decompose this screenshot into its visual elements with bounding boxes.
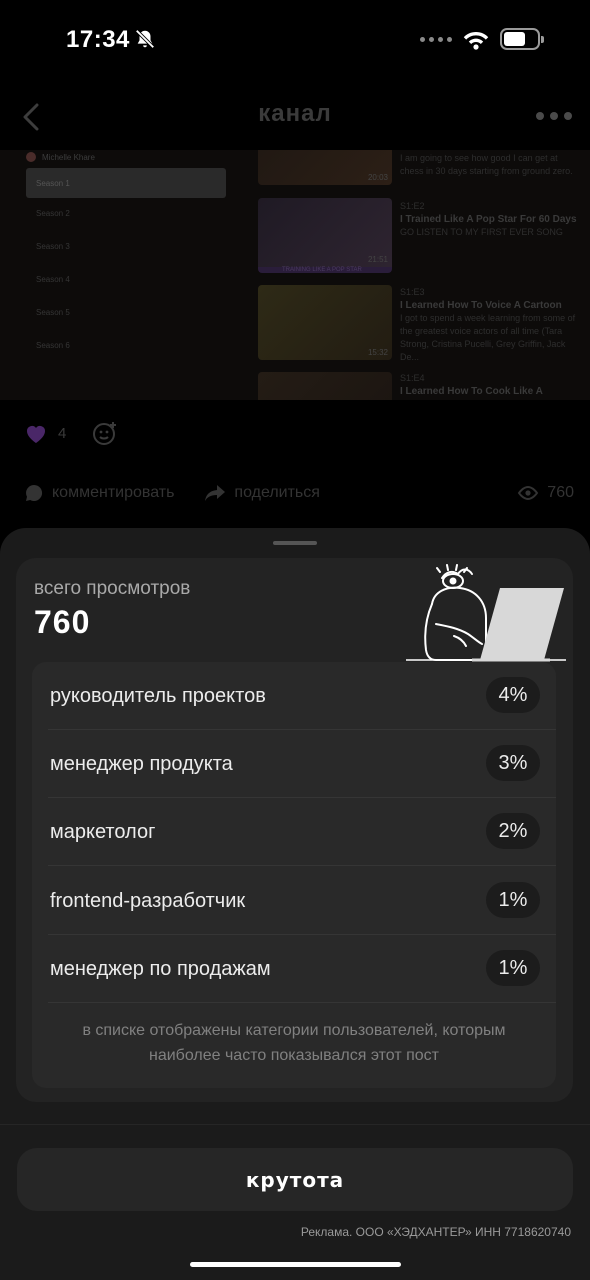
video-thumbnail: TRAINING LIKE A POP STAR 21:51: [258, 198, 392, 273]
video-info: S1:E3 I Learned How To Voice A Cartoon I…: [400, 286, 580, 364]
home-indicator: [190, 1262, 401, 1267]
video-desc: I got to spend a week learning from some…: [400, 313, 576, 362]
audience-label: frontend-разработчик: [50, 889, 246, 912]
audience-label: руководитель проектов: [50, 684, 266, 707]
share-icon: [205, 485, 226, 501]
total-views-label: всего просмотров: [34, 578, 191, 599]
season-item: Season 6: [36, 341, 70, 350]
video-desc: I am going to see how good I can get at …: [400, 153, 573, 176]
season-item: Season 5: [36, 308, 70, 317]
audience-row: маркетолог 2%: [32, 798, 556, 866]
ad-disclaimer: Реклама. ООО «ХЭДХАНТЕР» ИНН 7718620740: [300, 1225, 571, 1239]
post-image: Michelle Khare Season 1 Season 2 Season …: [0, 150, 590, 400]
divider: [0, 1124, 590, 1125]
share-label: поделиться: [234, 484, 320, 501]
views-stats-sheet: всего просмотров 760 руководитель проект…: [0, 528, 590, 1280]
author-row: Michelle Khare: [26, 152, 226, 162]
video-thumbnail: [258, 372, 392, 400]
cellular-signal-icon: [420, 36, 452, 42]
video-info: I am going to see how good I can get at …: [400, 152, 580, 178]
audience-label: менеджер продукта: [50, 752, 233, 775]
video-title: I Trained Like A Pop Star For 60 Days: [400, 214, 577, 225]
audience-row: менеджер продукта 3%: [32, 730, 556, 798]
status-bar: 17:34: [0, 0, 590, 80]
video-thumbnail: 20:03: [258, 150, 392, 185]
video-info: S1:E4 I Learned How To Cook Like A: [400, 372, 580, 398]
author-name: Michelle Khare: [42, 152, 95, 162]
cool-button[interactable]: крутота: [17, 1148, 573, 1211]
audience-row: frontend-разработчик 1%: [32, 867, 556, 935]
views-count: 760: [547, 484, 574, 501]
battery-icon: [500, 28, 544, 50]
audience-percent-badge: 1%: [486, 950, 540, 986]
season-item: Season 1: [26, 168, 226, 198]
video-meta: S1:E4: [400, 373, 425, 383]
video-meta: S1:E3: [400, 287, 425, 297]
audience-percent-badge: 3%: [486, 745, 540, 781]
video-title: I Learned How To Voice A Cartoon: [400, 300, 562, 311]
comment-icon: [26, 484, 43, 501]
eye-icon: [518, 485, 539, 501]
audience-percent-badge: 1%: [486, 882, 540, 918]
season-item: Season 2: [36, 209, 70, 218]
bell-off-icon: [135, 29, 155, 49]
post-actions: комментировать поделиться 760: [24, 478, 574, 508]
video-desc: GO LISTEN TO MY FIRST EVER SONG: [400, 227, 563, 237]
wifi-icon: [463, 32, 489, 50]
share-button[interactable]: поделиться: [204, 483, 320, 503]
audience-row: менеджер по продажам 1%: [32, 935, 556, 1003]
audience-label: маркетолог: [50, 820, 156, 843]
status-time: 17:34: [66, 26, 130, 53]
nav-bar: канал: [0, 92, 590, 142]
video-meta: S1:E2: [400, 201, 425, 211]
video-duration: 15:32: [367, 348, 388, 357]
person-with-laptop-illustration: [406, 564, 566, 662]
comment-button[interactable]: комментировать: [24, 483, 174, 503]
season-item: Season 3: [36, 242, 70, 251]
more-options-icon[interactable]: [536, 112, 572, 120]
audience-percent-badge: 2%: [486, 813, 540, 849]
stats-card: всего просмотров 760 руководитель проект…: [16, 558, 573, 1102]
video-info: S1:E2 I Trained Like A Pop Star For 60 D…: [400, 200, 580, 239]
season-item: Season 4: [36, 275, 70, 284]
video-duration: 21:51: [367, 255, 388, 264]
video-duration: 20:03: [367, 173, 388, 182]
nav-title: канал: [258, 100, 332, 127]
views-counter: 760: [517, 484, 574, 502]
audience-row: руководитель проектов 4%: [32, 662, 556, 730]
audience-label: менеджер по продажам: [50, 957, 271, 980]
reaction-count: 4: [58, 424, 67, 442]
add-reaction-icon[interactable]: [92, 420, 118, 446]
total-views-value: 760: [34, 604, 91, 640]
audience-note: в списке отображены категории пользовате…: [82, 1022, 506, 1064]
comment-label: комментировать: [52, 484, 175, 501]
video-thumb-caption: TRAINING LIKE A POP STAR: [282, 267, 362, 273]
video-title: I Learned How To Cook Like A: [400, 386, 543, 397]
purple-heart-icon[interactable]: [24, 422, 48, 444]
author-avatar: [26, 152, 36, 162]
reactions-row: 4: [24, 420, 118, 446]
audience-percent-badge: 4%: [486, 677, 540, 713]
video-thumbnail: 15:32: [258, 285, 392, 360]
audience-list: руководитель проектов 4% менеджер продук…: [32, 662, 556, 1088]
sheet-grabber[interactable]: [273, 541, 317, 545]
